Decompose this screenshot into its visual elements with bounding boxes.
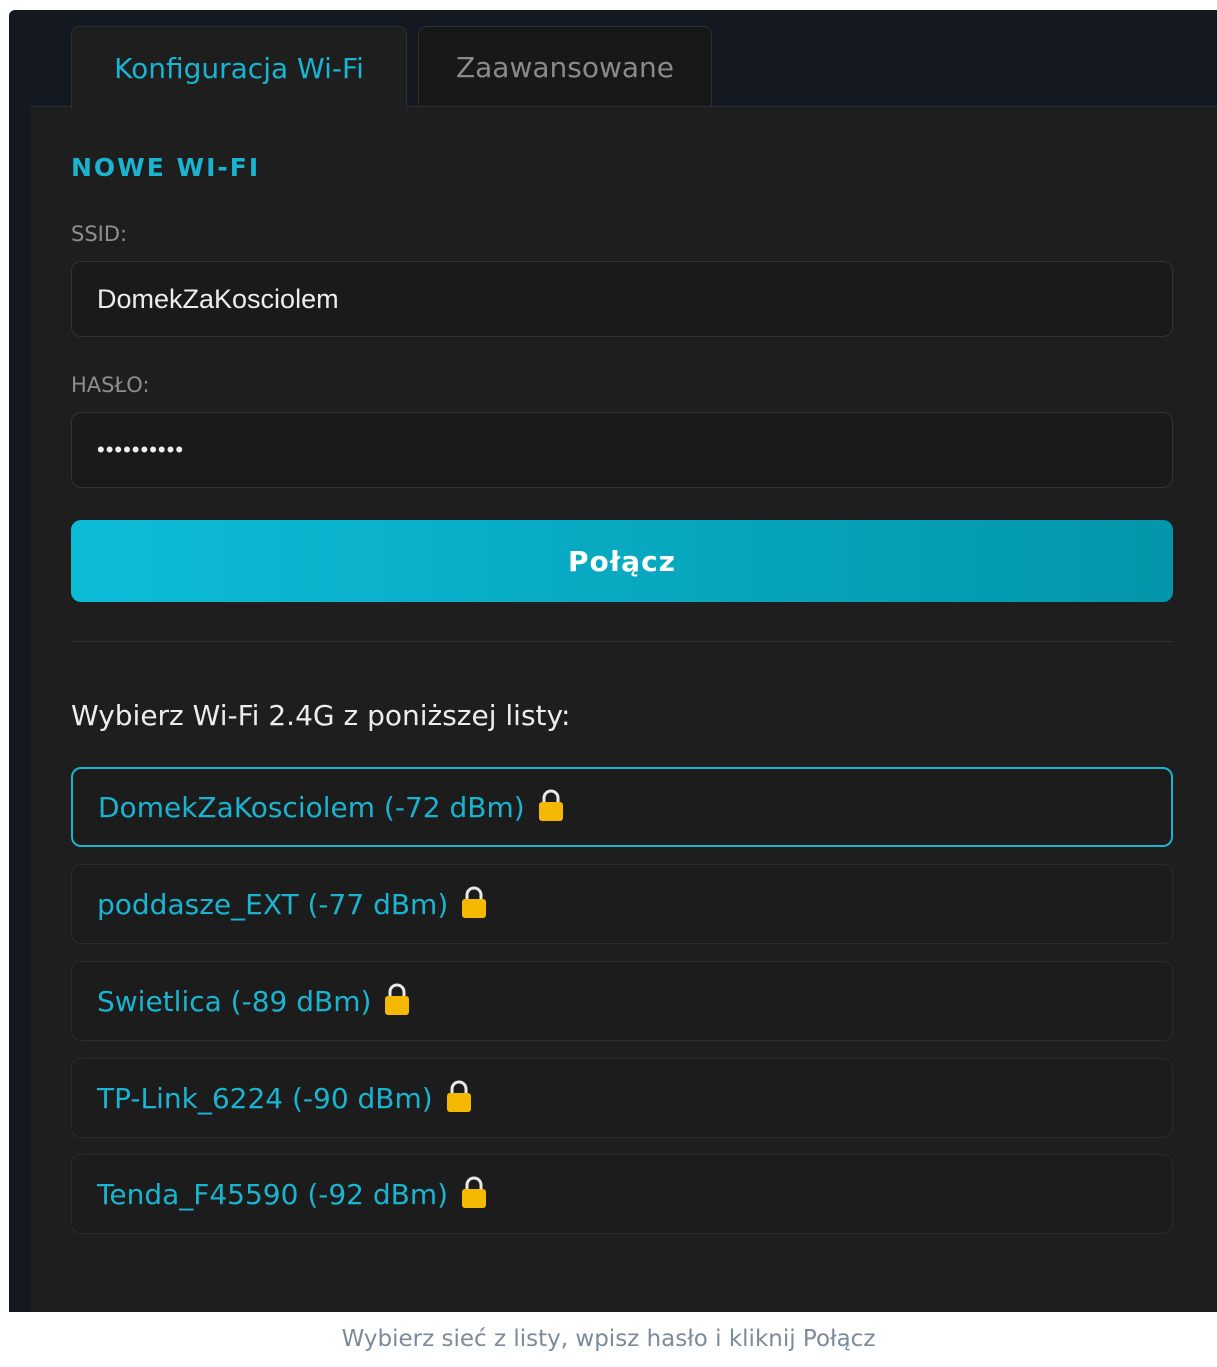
divider xyxy=(71,641,1173,642)
lock-icon xyxy=(446,1080,471,1112)
network-item-label: TP-Link_6224 (-90 dBm) xyxy=(97,1081,433,1115)
app-window: Konfiguracja Wi-Fi Zaawansowane NOWE WI-… xyxy=(9,10,1217,1312)
network-item[interactable]: Tenda_F45590 (-92 dBm) xyxy=(71,1154,1173,1234)
image-caption: Wybierz sieć z listy, wpisz hasło i klik… xyxy=(341,1326,876,1352)
network-item[interactable]: Swietlica (-89 dBm) xyxy=(71,961,1173,1041)
tab-wifi-config[interactable]: Konfiguracja Wi-Fi xyxy=(71,26,407,110)
network-item-label: Tenda_F45590 (-92 dBm) xyxy=(97,1177,449,1211)
network-item[interactable]: poddasze_EXT (-77 dBm) xyxy=(71,864,1173,944)
network-item-label: DomekZaKosciolem (-72 dBm) xyxy=(98,790,525,824)
lock-icon xyxy=(462,1176,487,1208)
network-list-heading: Wybierz Wi-Fi 2.4G z poniższej listy: xyxy=(71,699,571,732)
lock-icon xyxy=(385,983,410,1015)
ssid-input[interactable]: DomekZaKosciolem xyxy=(71,261,1173,337)
network-item[interactable]: TP-Link_6224 (-90 dBm) xyxy=(71,1058,1173,1138)
lock-icon xyxy=(538,789,563,821)
tab-advanced[interactable]: Zaawansowane xyxy=(418,26,712,108)
connect-button[interactable]: Połącz xyxy=(71,520,1173,602)
section-title: NOWE WI-FI xyxy=(71,153,261,182)
network-item-label: Swietlica (-89 dBm) xyxy=(97,984,372,1018)
password-input[interactable]: •••••••••• xyxy=(71,412,1173,488)
network-item-label: poddasze_EXT (-77 dBm) xyxy=(97,887,449,921)
lock-icon xyxy=(462,886,487,918)
wifi-config-panel: NOWE WI-FI SSID: DomekZaKosciolem HASŁO:… xyxy=(31,106,1217,1312)
ssid-label: SSID: xyxy=(71,222,128,246)
password-label: HASŁO: xyxy=(71,373,150,397)
network-item[interactable]: DomekZaKosciolem (-72 dBm) xyxy=(71,767,1173,847)
